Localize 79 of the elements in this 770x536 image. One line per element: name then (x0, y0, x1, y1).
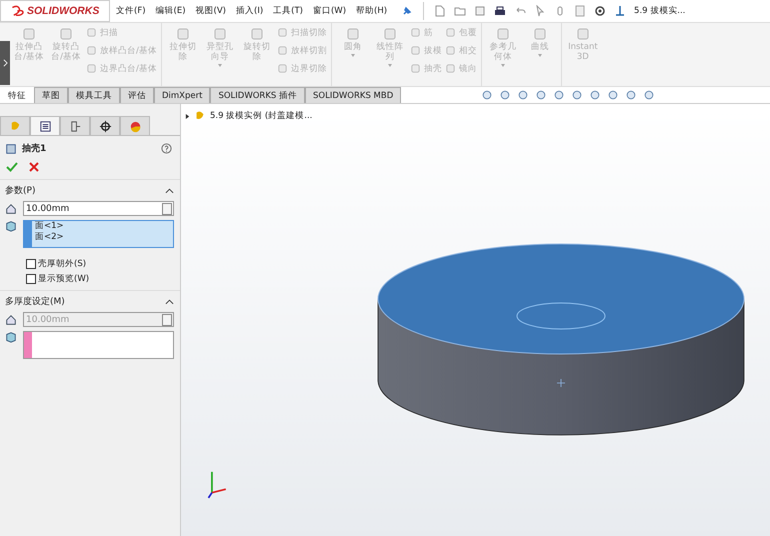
section-title: 多厚度设定(M) (5, 296, 65, 308)
thickness-icon (5, 202, 17, 214)
face-selection-list[interactable] (23, 331, 174, 359)
help-icon[interactable] (161, 143, 172, 154)
feature-icon (532, 26, 548, 42)
face-cube-icon (5, 331, 17, 343)
feature-title: 抽壳1 (22, 142, 48, 155)
feature-icon (276, 63, 288, 74)
feature-icon (86, 63, 97, 74)
menu-item[interactable]: 工具(T) (269, 5, 307, 17)
ribbon-tab[interactable]: SOLIDWORKS MBD (305, 87, 402, 103)
feature-icon (276, 45, 288, 56)
panel-icon[interactable] (574, 5, 586, 17)
logo-text: SOLIDWORKS (27, 5, 100, 17)
checkbox[interactable]: 壳厚朝外(S) (26, 258, 174, 270)
feature-icon (410, 45, 421, 56)
shell-feature-icon (5, 142, 17, 154)
thickness-field[interactable]: 10.00mm (23, 201, 174, 216)
section-title: 参数(P) (5, 184, 36, 197)
feature-icon (248, 26, 265, 42)
feature-icon (344, 26, 361, 42)
collapse-caret-icon[interactable] (165, 188, 174, 194)
menu-item[interactable]: 文件(F) (112, 5, 150, 17)
ribbon-tab[interactable]: DimXpert (154, 87, 210, 103)
face-cube-icon (5, 220, 17, 232)
ribbon-tab[interactable]: SOLIDWORKS 插件 (210, 87, 306, 103)
config-icon (68, 120, 82, 132)
cancel-icon[interactable] (28, 161, 40, 173)
feature-icon (444, 27, 456, 38)
folder-icon[interactable] (454, 5, 466, 17)
face-selection-list[interactable]: 面<1> 面<2> (23, 220, 174, 248)
feature-icon (410, 27, 421, 38)
feature-icon (212, 26, 228, 42)
menu-item[interactable]: 窗口(W) (308, 5, 350, 17)
anchor-icon[interactable] (614, 5, 626, 17)
collapse-handle[interactable] (0, 41, 10, 85)
checkbox[interactable]: 显示预览(W) (26, 273, 174, 285)
print-icon[interactable] (494, 5, 506, 17)
menu-item[interactable]: 帮助(H) (352, 5, 392, 17)
new-document-icon[interactable] (434, 5, 446, 17)
feature-icon (444, 63, 456, 74)
ribbon-tab[interactable]: 评估 (120, 87, 154, 103)
document-title: 5.9 拔模实... (634, 5, 686, 17)
thickness-icon (5, 314, 17, 326)
face-list-item[interactable]: 面<2> (35, 232, 64, 243)
feature-icon (58, 26, 74, 42)
ribbon-tab[interactable]: 草图 (34, 87, 68, 103)
cursor-icon[interactable] (534, 5, 546, 17)
panel-tab[interactable] (30, 116, 60, 135)
feature-icon (444, 45, 456, 56)
feature-icon (21, 26, 37, 42)
part-icon (194, 110, 206, 122)
menu-item[interactable]: 视图(V) (192, 5, 230, 17)
feature-icon (494, 26, 511, 42)
settings-icon[interactable] (594, 5, 606, 17)
chevron-icon (2, 59, 8, 67)
ds-logo-icon (11, 5, 25, 17)
menu-item[interactable]: 插入(I) (232, 5, 268, 17)
save-icon[interactable] (474, 5, 486, 17)
menu-item[interactable]: 编辑(E) (152, 5, 190, 17)
target-icon (98, 120, 112, 132)
feature-icon (410, 63, 421, 74)
confirm-check-icon[interactable] (6, 161, 18, 173)
display-icon (128, 120, 142, 132)
tree-item[interactable]: 5.9 拔模实例 (封盖建模... (210, 110, 312, 122)
face-list-item[interactable]: 面<1> (35, 221, 64, 232)
feature-icon (86, 27, 97, 38)
feature-icon (276, 27, 288, 38)
panel-tab[interactable] (90, 116, 120, 135)
property-icon (38, 120, 52, 132)
feature-icon (174, 26, 191, 42)
feature-icon (382, 26, 398, 42)
pin-icon[interactable] (401, 5, 414, 17)
ribbon-tab[interactable]: 模具工具 (68, 87, 120, 103)
collapse-caret-icon[interactable] (165, 298, 174, 304)
feature-icon (86, 45, 97, 56)
panel-tab[interactable] (60, 116, 90, 135)
feature-icon (574, 26, 591, 42)
expand-arrow-icon[interactable] (185, 112, 190, 120)
